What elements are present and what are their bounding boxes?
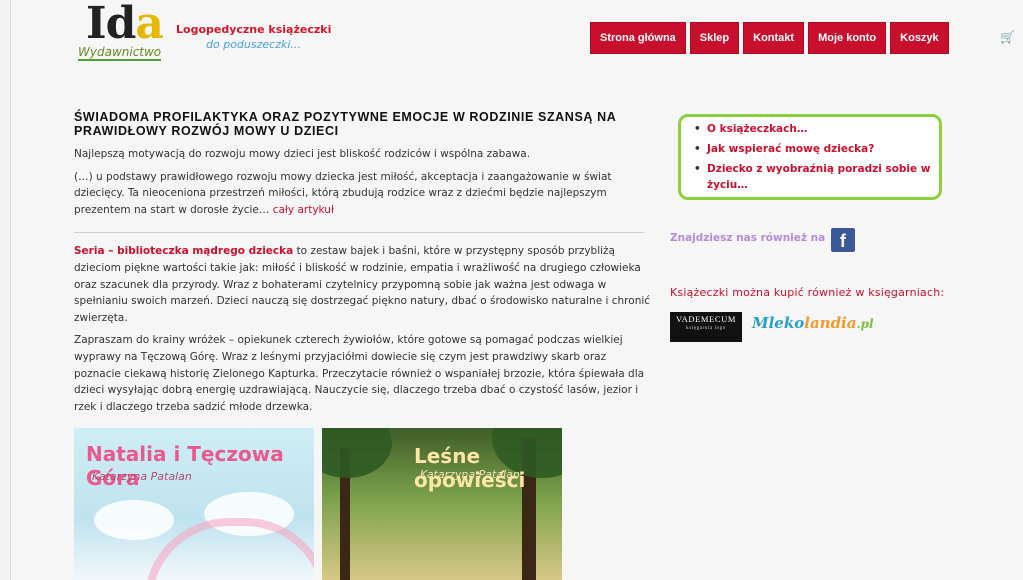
tagline-line2: do poduszeczki...: [206, 38, 301, 51]
invite-paragraph: Zapraszam do krainy wróżek – opiekunek c…: [74, 334, 645, 413]
article-intro: Najlepszą motywacją do rozwoju mowy dzie…: [74, 148, 531, 160]
stores-title: Książeczki można kupić również w księgar…: [670, 286, 945, 299]
nav-account-button[interactable]: Moje konto: [808, 22, 887, 54]
read-more-link[interactable]: cały artykuł: [273, 204, 334, 216]
logo-letter-a: a: [135, 0, 163, 49]
logo-subtitle: Wydawnictwo: [78, 45, 162, 61]
nav-contact-button[interactable]: Kontakt: [743, 22, 805, 54]
book-covers: Natalia i Tęczowa Góra Katarzyna Patalan…: [74, 428, 562, 580]
tagline-line1: Logopedyczne książeczki: [176, 23, 332, 36]
logo-letter-i: I: [86, 0, 107, 49]
store-logo-landia: landia: [804, 314, 857, 332]
sidebar-links-box: O książeczkach… Jak wspierać mowę dzieck…: [678, 114, 942, 200]
book-author: Katarzyna Patalan: [420, 468, 520, 481]
nav-cart-button[interactable]: Koszyk: [890, 22, 949, 54]
sidebar-links-list: O książeczkach… Jak wspierać mowę dzieck…: [681, 117, 939, 193]
facebook-icon[interactable]: f: [830, 228, 855, 252]
logo-wordmark: Ida: [86, 0, 164, 49]
facebook-text: Znajdziesz nas również na: [670, 232, 826, 244]
nav-home-button[interactable]: Strona główna: [590, 22, 686, 54]
cover-cloud: [94, 500, 174, 540]
sidebar-link-support-speech[interactable]: Jak wspierać mowę dziecka?: [694, 141, 939, 157]
cart-icon[interactable]: 🛒: [1000, 30, 1015, 44]
main-navigation: Strona główna Sklep Kontakt Moje konto K…: [590, 22, 949, 54]
article-excerpt: (…) u podstawy prawidłowego rozwoju mowy…: [74, 169, 654, 219]
article-headline: ŚWIADOMA PROFILAKTYKA ORAZ POZYTYWNE EMO…: [74, 110, 616, 138]
store-logo-vademecum-small: księgarnia logo: [686, 326, 726, 331]
series-title-link[interactable]: Seria – biblioteczka mądrego dziecka: [74, 245, 293, 257]
store-logo-vademecum[interactable]: VADEMECUM księgarnia logo: [670, 312, 742, 342]
site-tagline: Logopedyczne książeczki do poduszeczki..…: [176, 22, 331, 52]
store-logo-mleko: Mleko: [752, 314, 805, 332]
store-logo-mlekolandia[interactable]: Mlekolandia.pl: [752, 314, 874, 332]
nav-shop-button[interactable]: Sklep: [689, 22, 740, 54]
article-excerpt-text: (…) u podstawy prawidłowego rozwoju mowy…: [74, 170, 612, 216]
book-cover-natalia[interactable]: Natalia i Tęczowa Góra Katarzyna Patalan: [74, 428, 314, 580]
sidebar-link-about-books[interactable]: O książeczkach…: [694, 121, 939, 137]
site-logo[interactable]: Ida Wydawnictwo: [72, 0, 172, 64]
book-cover-lesne[interactable]: Leśne opowieści Katarzyna Patalan: [322, 428, 562, 580]
store-logo-pl: .pl: [856, 317, 874, 331]
sidebar-link-imagination[interactable]: Dziecko z wyobraźnią poradzi sobie w życ…: [694, 161, 939, 193]
facebook-line: Znajdziesz nas również na f: [670, 228, 855, 252]
section-divider: [74, 232, 644, 234]
series-description: Seria – biblioteczka mądrego dziecka to …: [74, 243, 654, 326]
logo-letter-d: d: [105, 0, 137, 49]
main-content: ŚWIADOMA PROFILAKTYKA ORAZ POZYTYWNE EMO…: [74, 110, 654, 421]
cover-canopy: [322, 428, 392, 478]
book-author: Katarzyna Patalan: [92, 470, 192, 483]
store-logo-vademecum-text: VADEMECUM: [675, 314, 737, 324]
